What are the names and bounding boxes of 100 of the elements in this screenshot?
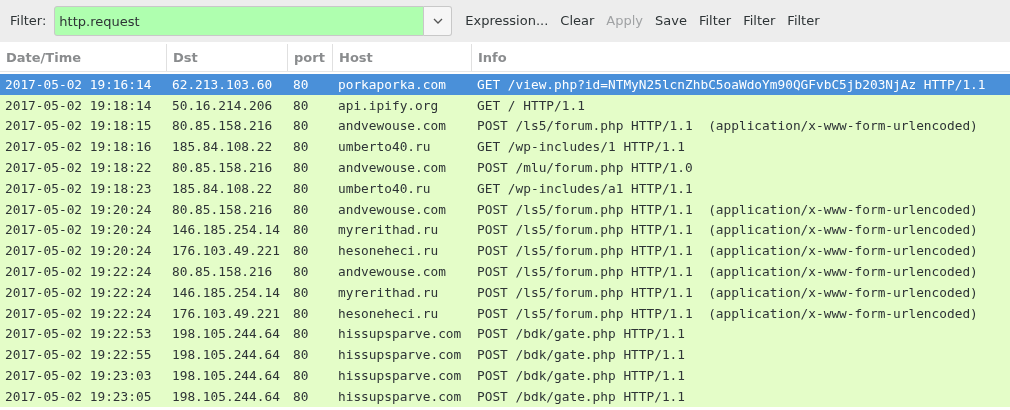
filter-label: Filter: xyxy=(10,12,47,31)
table-cell-text: andvewouse.com xyxy=(337,159,447,178)
table-cell-text: 2017-05-02 19:18:15 xyxy=(4,117,153,136)
table-cell-text: 80 xyxy=(292,346,310,365)
table-cell-text: 176.103.49.221 xyxy=(171,304,281,323)
table-cell-text: 198.105.244.64 xyxy=(171,325,281,344)
table-cell-text: 2017-05-02 19:18:23 xyxy=(4,179,153,198)
toolbar-button[interactable]: Filter xyxy=(782,8,825,34)
table-cell-text: 62.213.103.60 xyxy=(171,75,274,94)
table-cell-text: 80.85.158.216 xyxy=(171,263,274,282)
table-cell-text: hissupsparve.com xyxy=(337,325,463,344)
table-cell-text: POST /bdk/gate.php HTTP/1.1 xyxy=(476,325,687,344)
table-cell-text: 185.84.108.22 xyxy=(171,138,274,157)
table-cell-text: 176.103.49.221 xyxy=(171,242,281,261)
table-cell-text: umberto40.ru xyxy=(337,138,432,157)
table-cell-text: hesoneheci.ru xyxy=(337,242,440,261)
table-cell-text: 80 xyxy=(292,387,310,406)
table-cell-text: POST /bdk/gate.php HTTP/1.1 xyxy=(476,387,687,406)
packet-row[interactable]: 2017-05-02 19:22:24 176.103.49.221 80 hesoneheci.ru POST /ls5/forum.php HTTP/1.1 (application/x-www-form-urlencoded) xyxy=(0,302,1010,324)
table-cell-text: POST /ls5/forum.php HTTP/1.1 (application/x-www-form-urlencoded) xyxy=(476,304,979,323)
table-cell-text: 80 xyxy=(292,159,310,178)
table-cell-text: 80.85.158.216 xyxy=(171,200,274,219)
table-cell-text: 80 xyxy=(292,304,310,323)
table-cell-text: 2017-05-02 19:16:14 xyxy=(4,75,153,94)
table-cell-text: 80 xyxy=(292,221,310,240)
packet-row[interactable]: 2017-05-02 19:20:24 80.85.158.216 80 andvewouse.com POST /ls5/forum.php HTTP/1.1 (application/x-www-form-urlencoded) xyxy=(0,198,1010,220)
table-cell-text: GET /view.php?id=NTMyN25lcnZhbC5oaWdoYm90QGFvbC5jb203NjAz HTTP/1.1 xyxy=(476,75,987,94)
table-cell-text: myrerithad.ru xyxy=(337,221,440,240)
table-cell-text: 146.185.254.14 xyxy=(171,221,281,240)
filter-field[interactable]: http.request xyxy=(54,6,425,36)
table-cell-text: POST /ls5/forum.php HTTP/1.1 (application/x-www-form-urlencoded) xyxy=(476,200,979,219)
table-cell-text: GET /wp-includes/a1 HTTP/1.1 xyxy=(476,179,694,198)
table-cell-text: hesoneheci.ru xyxy=(337,304,440,323)
table-cell-text: andvewouse.com xyxy=(337,200,447,219)
table-cell-text: GET /wp-includes/1 HTTP/1.1 xyxy=(476,138,687,157)
packet-row[interactable]: 2017-05-02 19:20:24 176.103.49.221 80 hesoneheci.ru POST /ls5/forum.php HTTP/1.1 (application/x-www-form-urlencoded) xyxy=(0,240,1010,262)
table-cell-text: 80 xyxy=(292,138,310,157)
table-cell-text: andvewouse.com xyxy=(337,263,447,282)
table-cell-text: 2017-05-02 19:22:24 xyxy=(4,283,153,302)
packet-row[interactable]: 2017-05-02 19:22:24 80.85.158.216 80 andvewouse.com POST /ls5/forum.php HTTP/1.1 (application/x-www-form-urlencoded) xyxy=(0,261,1010,282)
table-cell-text: 198.105.244.64 xyxy=(171,367,281,386)
table-cell-text: 2017-05-02 19:22:53 xyxy=(4,325,153,344)
table-cell-text: 80 xyxy=(292,179,310,198)
packet-row[interactable]: 2017-05-02 19:18:22 80.85.158.216 80 andvewouse.com POST /mlu/forum.php HTTP/1.0 xyxy=(0,157,1010,178)
packet-row[interactable]: 2017-05-02 19:20:24 146.185.254.14 80 myrerithad.ru POST /ls5/forum.php HTTP/1.1 (application/x-www-form-urlencoded) xyxy=(0,219,1010,241)
table-cell-text: 2017-05-02 19:20:24 xyxy=(4,221,153,240)
packet-row[interactable]: 2017-05-02 19:22:53 198.105.244.64 80 hissupsparve.com POST /bdk/gate.php HTTP/1.1 xyxy=(0,323,1010,345)
packet-row[interactable]: 2017-05-02 19:23:03 198.105.244.64 80 hissupsparve.com POST /bdk/gate.php HTTP/1.1 xyxy=(0,365,1010,386)
table-cell-text: 80.85.158.216 xyxy=(171,159,274,178)
packet-row[interactable]: 2017-05-02 19:22:55 198.105.244.64 80 hissupsparve.com POST /bdk/gate.php HTTP/1.1 xyxy=(0,344,1010,366)
table-cell-text: 80 xyxy=(292,283,310,302)
toolbar-button[interactable]: Filter xyxy=(693,8,737,34)
table-cell-text: hissupsparve.com xyxy=(337,346,463,365)
packet-row[interactable]: 2017-05-02 19:22:24 146.185.254.14 80 myrerithad.ru POST /ls5/forum.php HTTP/1.1 (application/x-www-form-urlencoded) xyxy=(0,281,1010,303)
table-cell-text: 80 xyxy=(292,200,310,219)
table-cell-text: POST /mlu/forum.php HTTP/1.0 xyxy=(476,159,694,178)
table-cell-text: 146.185.254.14 xyxy=(171,283,281,302)
dropdown-button[interactable] xyxy=(424,6,453,36)
toolbar-button[interactable]: Filter xyxy=(738,8,781,34)
table-cell-text: 2017-05-02 19:23:03 xyxy=(4,367,153,386)
table-cell-text: hissupsparve.com xyxy=(337,387,463,406)
table-cell-text: GET / HTTP/1.1 xyxy=(476,96,586,115)
table-cell-text: myrerithad.ru xyxy=(337,283,440,302)
table-cell-text: 2017-05-02 19:22:24 xyxy=(4,263,153,282)
table-cell-text: 2017-05-02 19:18:22 xyxy=(4,159,153,178)
table-cell-text: POST /bdk/gate.php HTTP/1.1 xyxy=(476,367,687,386)
table-cell-text: 198.105.244.64 xyxy=(171,346,281,365)
packet-row[interactable]: 2017-05-02 19:18:14 50.16.214.206 80 api.ipify.org GET / HTTP/1.1 xyxy=(0,94,1010,116)
table-cell-text: api.ipify.org xyxy=(337,96,440,115)
toolbar-button[interactable]: Save xyxy=(650,8,692,34)
packet-row[interactable]: 2017-05-02 19:18:16 185.84.108.22 80 umberto40.ru GET /wp-includes/1 HTTP/1.1 xyxy=(0,136,1010,158)
table-cell-text: 2017-05-02 19:23:05 xyxy=(4,387,153,406)
table-cell-text: POST /bdk/gate.php HTTP/1.1 xyxy=(476,346,687,365)
table-cell-text: porkaporka.com xyxy=(337,75,447,94)
table-cell-text: 2017-05-02 19:22:24 xyxy=(4,304,153,323)
toolbar-button[interactable]: Clear xyxy=(555,8,600,34)
packet-row[interactable]: 2017-05-02 19:18:15 80.85.158.216 80 andvewouse.com POST /ls5/forum.php HTTP/1.1 (application/x-www-form-urlencoded) xyxy=(0,115,1010,137)
table-cell-text: POST /ls5/forum.php HTTP/1.1 (application/x-www-form-urlencoded) xyxy=(476,263,979,282)
table-cell-text: 2017-05-02 19:18:14 xyxy=(4,96,153,115)
table-cell-text: 80 xyxy=(292,325,310,344)
table-cell-text: 185.84.108.22 xyxy=(171,179,274,198)
table-cell-text: 80 xyxy=(292,263,310,282)
table-cell-text: hissupsparve.com xyxy=(337,367,463,386)
table-cell-text: POST /ls5/forum.php HTTP/1.1 (application/x-www-form-urlencoded) xyxy=(476,221,979,240)
table-cell-text: POST /ls5/forum.php HTTP/1.1 (application/x-www-form-urlencoded) xyxy=(476,283,979,302)
table-cell-text: 80 xyxy=(292,242,310,261)
packet-row[interactable]: 2017-05-02 19:23:05 198.105.244.64 80 hissupsparve.com POST /bdk/gate.php HTTP/1.1 xyxy=(0,385,1010,407)
table-cell-text: 2017-05-02 19:18:16 xyxy=(4,138,153,157)
table-cell-text: 50.16.214.206 xyxy=(171,96,274,115)
table-cell-text: 80.85.158.216 xyxy=(171,117,274,136)
table-cell-text: 80 xyxy=(292,96,310,115)
table-cell-text: andvewouse.com xyxy=(337,117,447,136)
table-cell-text: 2017-05-02 19:22:55 xyxy=(4,346,153,365)
toolbar-button[interactable]: Expression... xyxy=(460,8,554,34)
table-cell-text: 198.105.244.64 xyxy=(171,387,281,406)
packet-row[interactable]: 2017-05-02 19:18:23 185.84.108.22 80 umberto40.ru GET /wp-includes/a1 HTTP/1.1 xyxy=(0,178,1010,199)
chevron-down-icon xyxy=(432,18,443,24)
table-cell-text: 80 xyxy=(292,117,310,136)
table-cell-text: 80 xyxy=(292,75,310,94)
table-cell-text: 2017-05-02 19:20:24 xyxy=(4,200,153,219)
